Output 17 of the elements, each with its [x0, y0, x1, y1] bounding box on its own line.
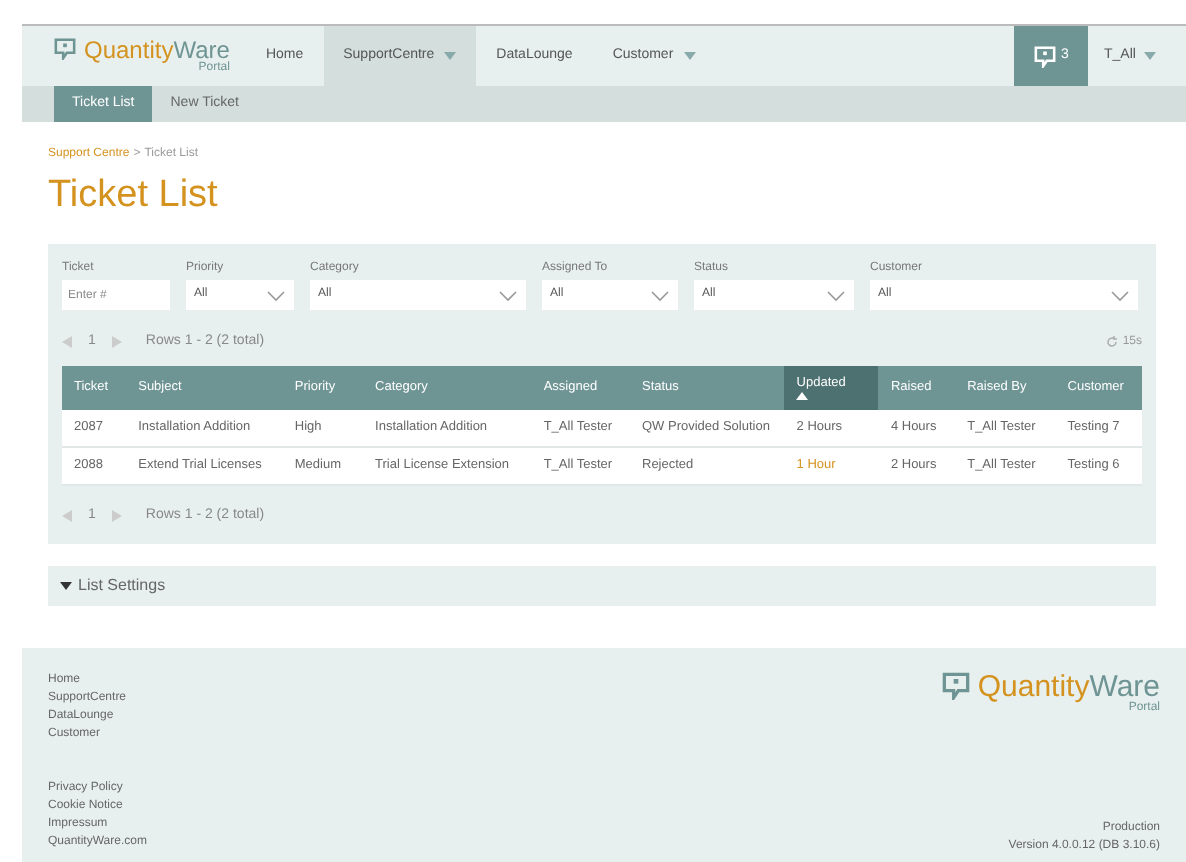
chevron-icon — [826, 289, 846, 301]
page-title: Ticket List — [48, 176, 220, 214]
previous-icon[interactable] — [62, 336, 72, 349]
next-icon[interactable] — [111, 510, 122, 523]
previous-icon[interactable] — [62, 510, 72, 523]
alert-bubble-icon — [1033, 45, 1056, 67]
logo-icon — [941, 671, 970, 699]
next-icon[interactable] — [111, 336, 122, 349]
chevron-icon — [650, 289, 670, 301]
logo-icon — [54, 38, 76, 60]
refresh-icon[interactable] — [1106, 336, 1119, 349]
chevron-icon — [1110, 289, 1130, 301]
caret-icon — [60, 581, 72, 589]
sort-ascending-icon — [796, 392, 809, 401]
list-settings-bar[interactable]: List Settings — [48, 565, 1156, 605]
chevron-icon — [266, 289, 286, 301]
chevron-icon — [498, 289, 518, 301]
